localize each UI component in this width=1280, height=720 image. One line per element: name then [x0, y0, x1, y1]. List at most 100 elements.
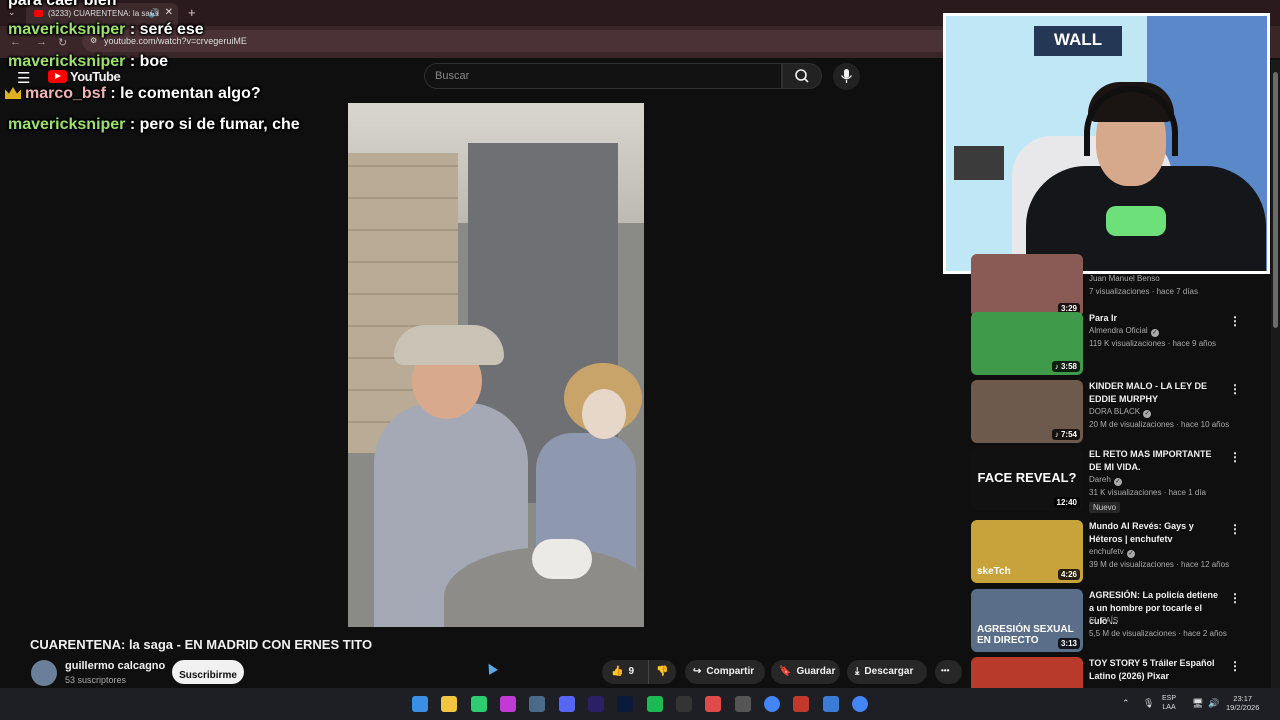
clock-time: 23:17	[1233, 694, 1253, 703]
chat-message-text: seré ese	[139, 21, 204, 38]
more-options-icon[interactable]: ⋮	[1229, 382, 1241, 396]
video-duration: 4:26	[1057, 569, 1080, 580]
video-scene	[532, 539, 592, 579]
related-video-title[interactable]: TOY STORY 5 Tráiler Español Latino (2026…	[1089, 657, 1219, 683]
thumbnail-text: FACE REVEAL?	[977, 470, 1077, 485]
subscriber-count: 53 suscriptores	[65, 675, 127, 685]
duration-text: 12:40	[1056, 498, 1077, 507]
chat-message-text: para caer bien	[8, 0, 117, 9]
search-input[interactable]: Buscar	[424, 63, 782, 89]
like-button[interactable]: 👍 9	[602, 660, 648, 684]
discord-icon[interactable]	[559, 696, 575, 712]
network-icon[interactable]: 🖥	[1192, 698, 1203, 709]
spotify-icon[interactable]	[647, 696, 663, 712]
related-meta: 119 K visualizaciones · hace 9 años	[1089, 339, 1217, 348]
related-meta: 31 K visualizaciones · hace 1 día	[1089, 488, 1206, 497]
streamer-webcam: WALL	[943, 13, 1270, 274]
search-button[interactable]	[782, 63, 822, 89]
search-placeholder: Buscar	[435, 70, 470, 82]
channel-avatar[interactable]	[31, 660, 57, 686]
premiere-icon[interactable]	[588, 696, 604, 712]
related-video-title[interactable]: EL RETO MAS IMPORTANTE DE MI VIDA.	[1089, 448, 1219, 474]
wall-sign-text: WALL	[1053, 30, 1103, 49]
video-thumbnail[interactable]: AGRESIÓN SEXUAL EN DIRECTO 3:13	[971, 589, 1083, 652]
new-tab-icon[interactable]: +	[188, 5, 196, 20]
related-video-title[interactable]: Para Ir	[1089, 312, 1219, 325]
windows-start-icon[interactable]	[412, 696, 428, 712]
video-thumbnail[interactable]: skeTch 4:26	[971, 520, 1083, 583]
thumbs-down-icon: 👎	[656, 666, 669, 677]
duration-text: 3:13	[1060, 639, 1077, 648]
thumbs-up-icon: 👍	[611, 666, 624, 677]
file-explorer-icon[interactable]	[441, 696, 457, 712]
language-bottom: LAA	[1162, 704, 1176, 711]
app-icon[interactable]	[676, 696, 692, 712]
search-icon	[795, 69, 809, 83]
more-options-icon[interactable]: ⋮	[1229, 659, 1241, 673]
verified-icon: ✓	[1126, 550, 1135, 558]
video-thumbnail[interactable]: ♪ 7:54	[971, 380, 1083, 443]
url-field[interactable]: ⚙ youtube.com/watch?v=crvegeruiME	[82, 30, 952, 52]
microphone-tray-icon[interactable]: 🎙	[1143, 698, 1154, 709]
download-icon: ⤓	[855, 666, 860, 677]
video-thumbnail[interactable]: ♪ 3:58	[971, 312, 1083, 375]
app-icon[interactable]	[705, 696, 721, 712]
related-channel[interactable]: Dareh ✓	[1089, 475, 1122, 486]
more-options-icon[interactable]: ⋮	[1229, 314, 1241, 328]
mouse-cursor-icon	[484, 661, 498, 675]
related-channel[interactable]: Almendra Oficial ✓	[1089, 326, 1159, 337]
subscribe-button[interactable]: Suscribirme	[172, 660, 244, 684]
save-button[interactable]: 🔖 Guardar	[771, 660, 840, 684]
dislike-button[interactable]: 👎	[648, 660, 676, 684]
chat-username: mavericksniper	[8, 116, 126, 133]
language-indicator[interactable]: ESP LAA	[1162, 694, 1176, 712]
wall-sign: WALL	[1034, 26, 1122, 56]
tab-title: (3233) CUARENTENA: la saga	[48, 9, 159, 18]
app-icon[interactable]	[793, 696, 809, 712]
video-duration: ♪ 7:54	[1051, 429, 1080, 440]
video-duration: ♪ 3:58	[1051, 361, 1080, 372]
chrome-icon[interactable]	[764, 696, 780, 712]
voice-search-button[interactable]	[833, 63, 860, 90]
youtube-favicon-icon	[34, 10, 43, 17]
more-options-icon[interactable]: ⋮	[1229, 591, 1241, 605]
app-icon[interactable]	[735, 696, 751, 712]
app-icon[interactable]	[471, 696, 487, 712]
verified-icon: ✓	[1143, 410, 1152, 418]
share-button[interactable]: ↪ Compartir	[685, 660, 765, 684]
video-scene	[394, 325, 504, 365]
download-button[interactable]: ⤓ Descargar	[847, 660, 927, 684]
steam-icon[interactable]	[529, 696, 545, 712]
related-channel[interactable]: EL PAÍS	[1089, 616, 1118, 625]
chrome-icon[interactable]	[852, 696, 868, 712]
volume-icon[interactable]: 🔊	[1208, 698, 1219, 709]
related-meta: 5,5 M de visualizaciones · hace 2 años	[1089, 629, 1227, 638]
related-channel[interactable]: DORA BLACK ✓	[1089, 407, 1152, 418]
video-duration: 3:13	[1057, 638, 1080, 649]
scrollbar-thumb[interactable]	[1273, 72, 1278, 328]
bookmark-icon: 🔖	[779, 666, 792, 677]
speaker-icon[interactable]: 🔊	[149, 8, 160, 19]
channel-name[interactable]: guillermo calcagno	[65, 660, 165, 672]
crown-icon	[5, 87, 21, 99]
video-thumbnail[interactable]: FACE REVEAL? 12:40	[971, 448, 1083, 511]
show-hidden-icons-icon[interactable]: ⌃	[1122, 698, 1130, 709]
related-channel[interactable]: enchufetv ✓	[1089, 547, 1135, 558]
chat-message: marco_bsf : le comentan algo?	[5, 85, 261, 103]
windows-taskbar	[0, 688, 1280, 720]
related-video-title[interactable]: Mundo Al Revés: Gays y Héteros | enchufe…	[1089, 520, 1219, 546]
more-options-icon[interactable]: ⋮	[1229, 450, 1241, 464]
app-icon[interactable]	[500, 696, 516, 712]
clock[interactable]: 23:17 19/2/2026	[1226, 694, 1259, 712]
close-icon[interactable]: ✕	[165, 7, 173, 18]
download-label: Descargar	[864, 666, 914, 677]
app-icon[interactable]	[823, 696, 839, 712]
related-video-title[interactable]: KINDER MALO - LA LEY DE EDDIE MURPHY	[1089, 380, 1219, 406]
photoshop-icon[interactable]	[617, 696, 633, 712]
more-options-icon[interactable]: ⋮	[1229, 522, 1241, 536]
more-actions-button[interactable]: •••	[935, 660, 962, 684]
video-thumbnail[interactable]: 3:29	[971, 254, 1083, 317]
video-player[interactable]	[348, 103, 644, 627]
related-channel[interactable]: Juan Manuel Benso	[1089, 274, 1160, 283]
share-label: Compartir	[706, 666, 755, 677]
